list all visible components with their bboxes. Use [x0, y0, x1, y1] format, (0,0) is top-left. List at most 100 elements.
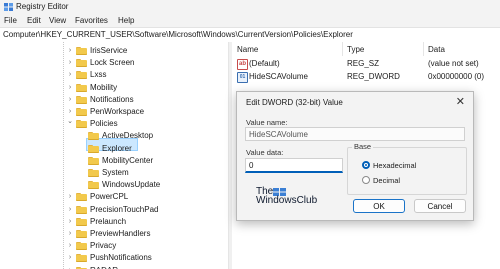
menu-view[interactable]: View: [49, 16, 66, 25]
tree-item-label: PrecisionTouchPad: [90, 204, 159, 214]
tree-item-label: RADAR: [90, 266, 118, 269]
folder-icon: [76, 95, 87, 104]
tree-item-mobilitycenter[interactable]: MobilityCenter: [79, 155, 228, 167]
tree-item-privacy[interactable]: › Privacy: [67, 240, 217, 252]
key-tree[interactable]: › IrisService › Lock Screen › Lxss › Mobility › N…: [0, 42, 228, 269]
folder-icon: [76, 71, 87, 80]
chevron-right-icon[interactable]: ›: [67, 230, 73, 237]
menu-favorites[interactable]: Favorites: [75, 16, 108, 25]
tree-item-label: PushNotifications: [90, 253, 152, 263]
folder-icon: [76, 120, 87, 129]
value-name-field[interactable]: HideSCAVolume: [245, 127, 465, 141]
tree-item-lxss[interactable]: › Lxss: [67, 69, 217, 81]
folder-icon: [76, 205, 87, 214]
menu-file[interactable]: File: [4, 16, 17, 25]
folder-icon: [76, 108, 87, 116]
chevron-right-icon[interactable]: ›: [67, 242, 73, 249]
tree-item-radar[interactable]: ›RADAR: [67, 265, 217, 269]
tree-item-prelaunch[interactable]: › Prelaunch: [67, 216, 217, 228]
title-bar: Registry Editor: [0, 0, 500, 14]
tree-item-precisiontouchpad[interactable]: › PrecisionTouchPad: [67, 204, 217, 216]
tree-item-pushnotifications[interactable]: › PushNotifications: [67, 252, 217, 264]
column-header-name[interactable]: Name: [237, 45, 258, 54]
chevron-right-icon[interactable]: ›: [67, 84, 73, 91]
close-icon[interactable]: ✕: [456, 95, 465, 108]
dialog-title: Edit DWORD (32-bit) Value: [246, 98, 343, 107]
folder-icon: [76, 254, 87, 263]
folder-icon: [88, 144, 99, 153]
chevron-right-icon[interactable]: ›: [67, 59, 73, 66]
tree-item-irisservice[interactable]: › IrisService: [67, 45, 217, 57]
radio-hexadecimal[interactable]: [362, 161, 370, 169]
folder-icon: [76, 217, 87, 226]
radio-hexadecimal-label[interactable]: Hexadecimal: [373, 161, 416, 170]
tree-item-label: ActiveDesktop: [102, 131, 154, 141]
tree-item-activedesktop[interactable]: ActiveDesktop: [79, 130, 228, 142]
value-data: (value not set): [428, 59, 479, 68]
tree-item-label: Privacy: [90, 241, 117, 251]
base-groupbox: [347, 147, 467, 195]
tree-item-penworkspace[interactable]: › PenWorkspace: [67, 106, 217, 118]
tree-guide-line: [63, 42, 64, 269]
tree-item-label: Prelaunch: [90, 216, 127, 226]
chevron-right-icon[interactable]: ›: [67, 206, 73, 213]
column-separator[interactable]: [423, 42, 424, 56]
column-header-data[interactable]: Data: [428, 45, 445, 54]
value-row-hidescavolume[interactable]: 01 HideSCAVolume REG_DWORD 0x00000000 (0…: [235, 71, 500, 83]
tree-item-label: System: [102, 168, 129, 177]
folder-icon: [88, 181, 99, 190]
value-data-input[interactable]: 0: [245, 158, 343, 173]
folder-icon: [76, 83, 87, 92]
tree-item-previewhandlers[interactable]: › PreviewHandlers: [67, 228, 217, 240]
window-title: Registry Editor: [16, 2, 69, 11]
column-separator[interactable]: [342, 42, 343, 56]
tree-item-lock screen[interactable]: › Lock Screen: [67, 57, 217, 69]
tree-item-notifications[interactable]: › Notifications: [67, 94, 217, 106]
tree-item-mobility[interactable]: › Mobility: [67, 82, 217, 94]
logo-line-2: WindowsClub: [256, 195, 318, 206]
chevron-right-icon[interactable]: ›: [67, 47, 73, 54]
tree-item-label: WindowsUpdate: [102, 180, 161, 190]
menu-help[interactable]: Help: [118, 16, 134, 25]
value-name-label: Value name:: [246, 118, 288, 127]
menu-edit[interactable]: Edit: [27, 16, 41, 25]
tree-item-policies[interactable]: ⌄ Policies: [67, 118, 217, 130]
folder-icon: [76, 47, 87, 55]
cancel-button[interactable]: Cancel: [414, 199, 466, 213]
base-label: Base: [352, 142, 374, 151]
value-data: 0x00000000 (0): [428, 72, 485, 81]
folder-icon: [88, 156, 99, 165]
value-type: REG_SZ: [347, 59, 380, 68]
folder-icon: [76, 242, 87, 251]
folder-icon: [76, 59, 87, 68]
string-value-icon: ab: [237, 59, 248, 70]
tree-item-powercpl[interactable]: › PowerCPL: [67, 191, 217, 203]
ok-button[interactable]: OK: [353, 199, 405, 213]
tree-item-explorer[interactable]: Explorer: [79, 143, 228, 155]
tree-item-windowsupdate[interactable]: WindowsUpdate: [79, 179, 228, 191]
address-path[interactable]: Computer\HKEY_CURRENT_USER\Software\Micr…: [3, 30, 353, 39]
tree-item-label: Mobility: [90, 82, 118, 92]
tree-item-label: PreviewHandlers: [90, 229, 151, 238]
chevron-right-icon[interactable]: ›: [67, 218, 73, 225]
tree-item-label: Lock Screen: [90, 58, 135, 68]
address-bar[interactable]: Computer\HKEY_CURRENT_USER\Software\Micr…: [0, 27, 500, 43]
chevron-right-icon[interactable]: ›: [67, 71, 73, 78]
column-header-type[interactable]: Type: [347, 45, 364, 54]
chevron-right-icon[interactable]: ›: [67, 96, 73, 103]
chevron-right-icon[interactable]: ›: [67, 254, 73, 261]
menu-bar: File Edit View Favorites Help: [0, 14, 500, 27]
registry-editor-icon: [4, 3, 13, 11]
folder-icon: [76, 230, 87, 238]
tree-item-label: Policies: [90, 119, 118, 129]
chevron-right-icon[interactable]: ›: [67, 193, 73, 200]
tree-item-label: PowerCPL: [90, 192, 129, 202]
tree-item-label: PenWorkspace: [90, 107, 145, 116]
folder-icon: [76, 193, 87, 202]
value-row-default[interactable]: ab (Default) REG_SZ (value not set): [235, 58, 500, 70]
radio-decimal-label[interactable]: Decimal: [373, 176, 400, 185]
chevron-down-icon[interactable]: ⌄: [67, 117, 73, 125]
radio-decimal[interactable]: [362, 176, 370, 184]
chevron-right-icon[interactable]: ›: [67, 108, 73, 115]
tree-item-system[interactable]: System: [79, 167, 228, 179]
